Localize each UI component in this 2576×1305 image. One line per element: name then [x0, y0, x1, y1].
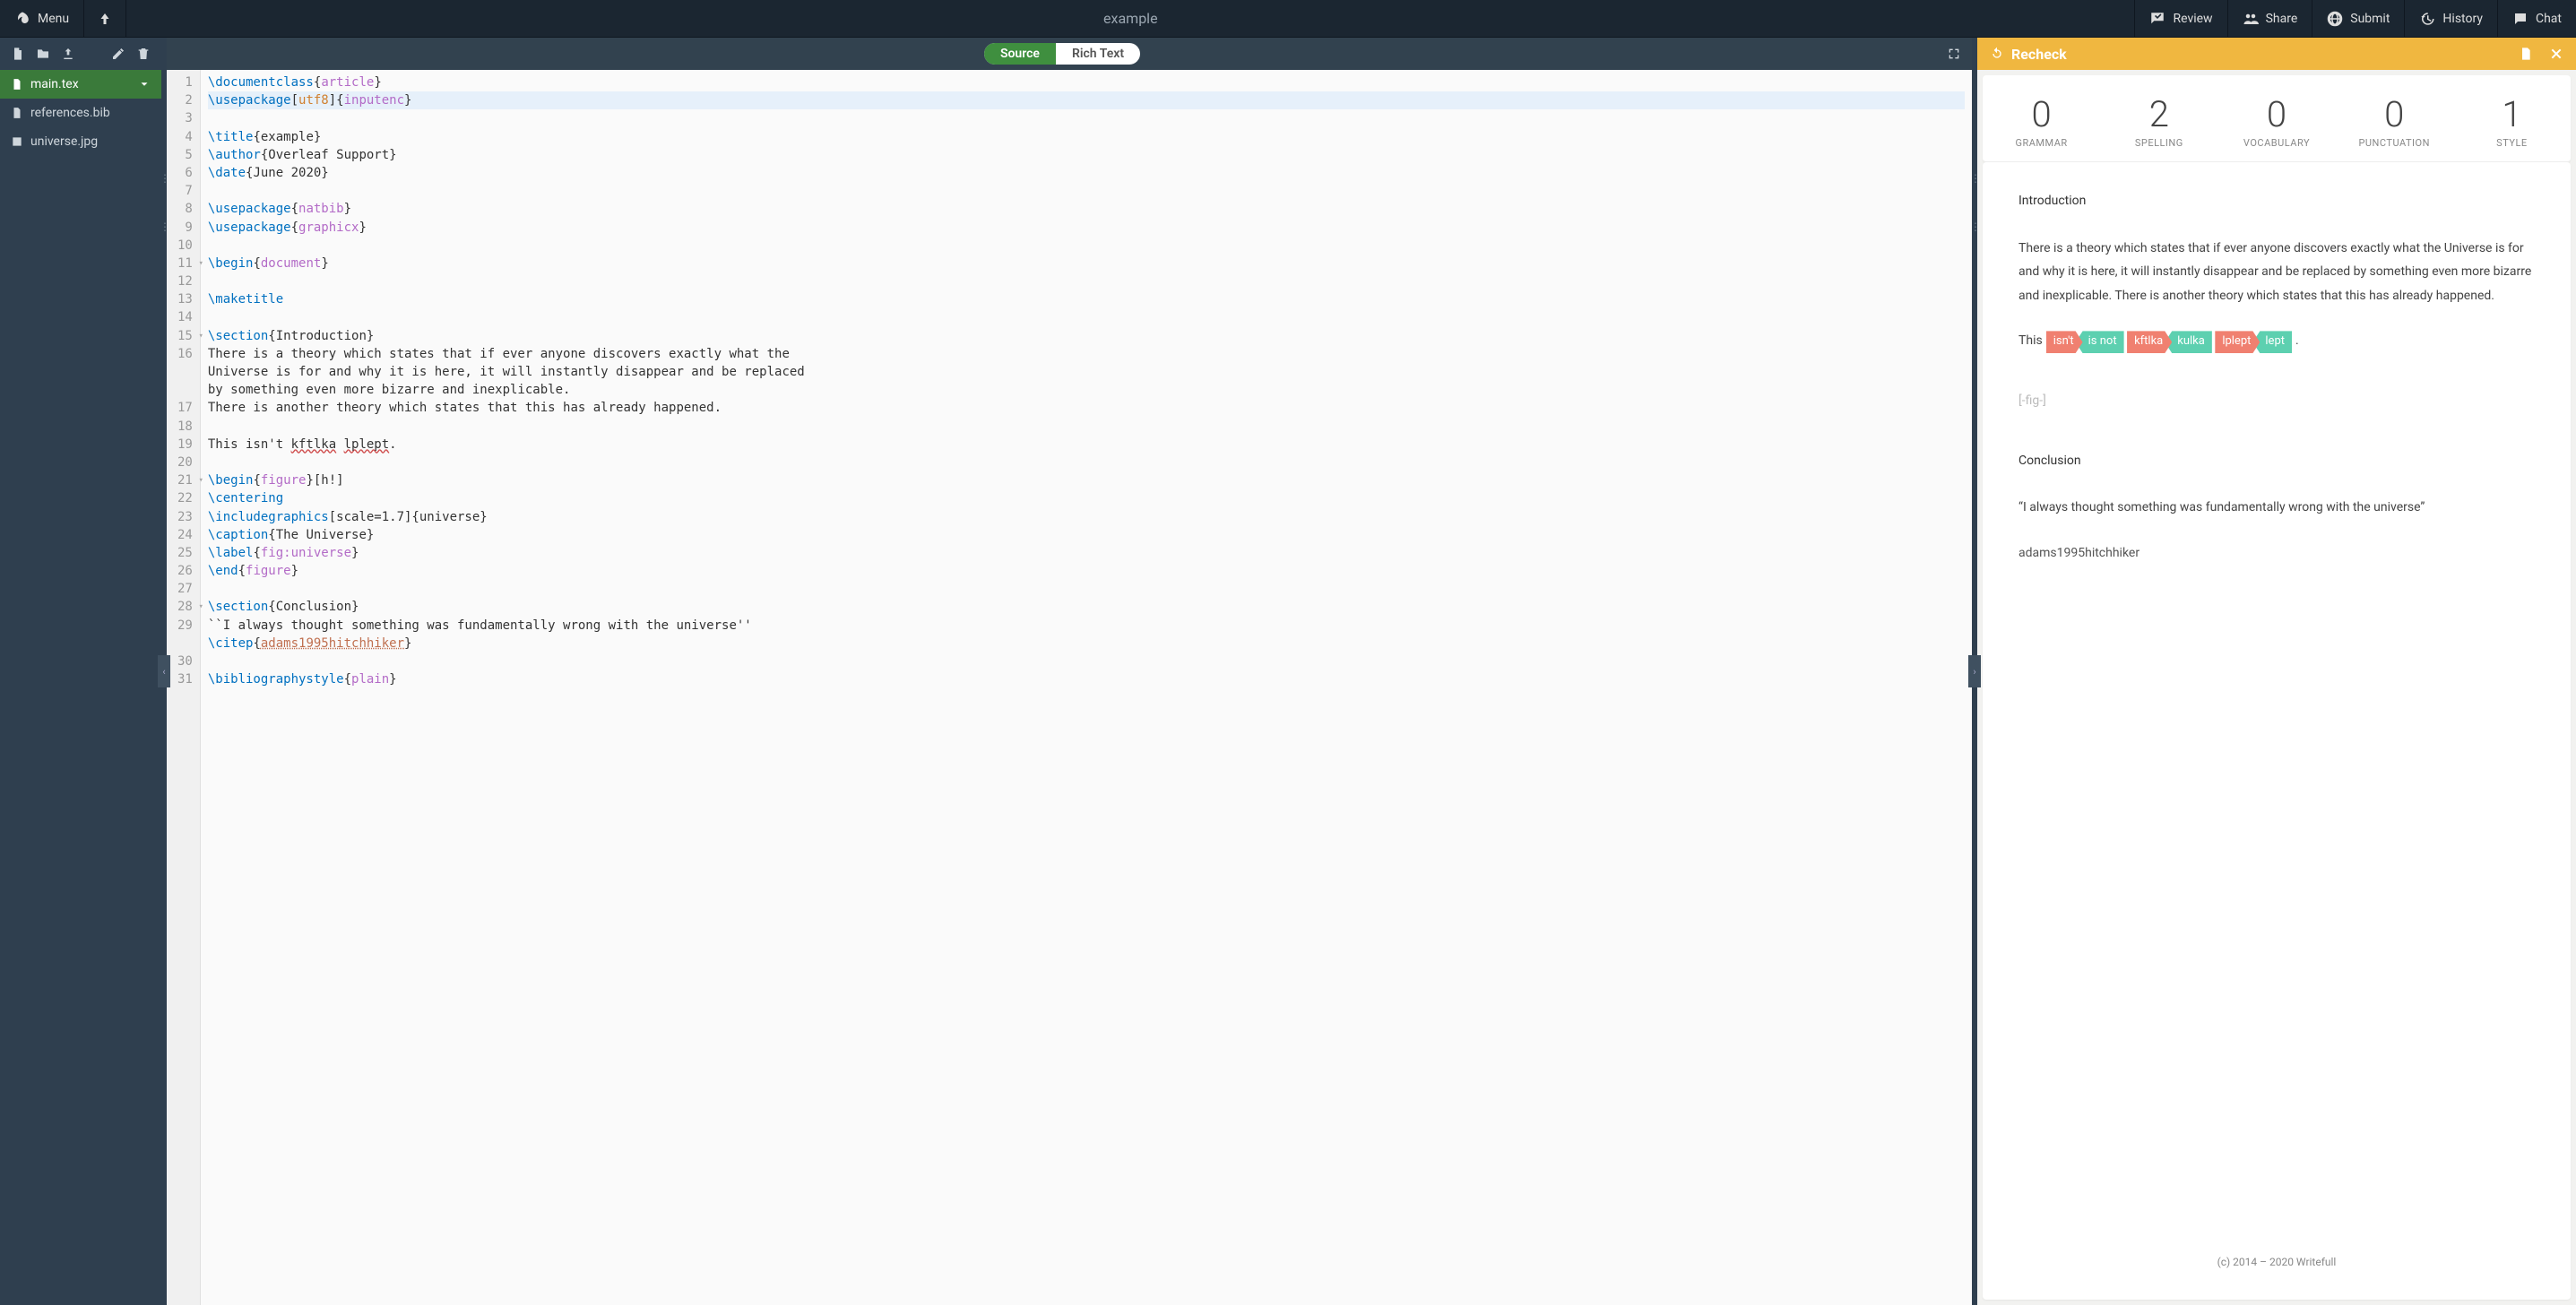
stat-item: 0 GRAMMAR [1983, 75, 2100, 161]
review-button[interactable]: Review [2134, 0, 2226, 38]
stat-number: 0 [1990, 93, 2093, 135]
chat-label: Chat [2536, 12, 2562, 26]
suggestion-suffix: . [2295, 329, 2299, 353]
menu-label: Menu [38, 12, 69, 26]
chevron-down-icon[interactable] [138, 78, 151, 91]
citation-text: adams1995hitchhiker [2018, 541, 2535, 566]
file-name: references.bib [30, 106, 151, 120]
share-icon [2243, 11, 2259, 27]
stat-label: PUNCTUATION [2343, 137, 2446, 149]
overleaf-logo-icon [14, 11, 30, 27]
file-icon [11, 107, 23, 119]
conclusion-heading: Conclusion [2018, 449, 2535, 473]
panel-footer: (c) 2014 – 2020 Writefull [2018, 1225, 2535, 1273]
suggestion-from: kftlka [2127, 331, 2172, 353]
delete-icon[interactable] [136, 47, 151, 61]
new-file-icon[interactable] [11, 47, 25, 61]
submit-label: Submit [2350, 12, 2390, 26]
project-title: example [126, 10, 2134, 27]
new-folder-icon[interactable] [36, 47, 50, 61]
suggestion-chip[interactable]: isn'tis not [2046, 329, 2124, 353]
history-label: History [2442, 12, 2483, 26]
suggestion-from: isn't [2046, 331, 2083, 353]
share-button[interactable]: Share [2227, 0, 2312, 38]
menu-button[interactable]: Menu [0, 0, 84, 38]
stat-number: 1 [2460, 93, 2563, 135]
intro-heading: Introduction [2018, 189, 2535, 213]
document-icon[interactable] [2519, 47, 2533, 61]
stat-label: STYLE [2460, 137, 2563, 149]
suggestion-chip[interactable]: kftlkakulka [2127, 329, 2212, 353]
sidebar-resize-handle[interactable]: ⋮⋮ ‹ [161, 38, 167, 1305]
chat-icon [2512, 11, 2528, 27]
editor-column: Source Rich Text 12345678910111213141516… [167, 38, 1972, 1305]
file-icon [11, 78, 23, 91]
writefull-panel: Recheck 0 GRAMMAR 2 SPELLING 0 VOCABULARY 0 PUN… [1977, 38, 2576, 1305]
stat-item: 0 PUNCTUATION [2336, 75, 2453, 161]
file-name: main.tex [30, 77, 131, 91]
stat-number: 2 [2107, 93, 2210, 135]
stat-label: VOCABULARY [2225, 137, 2328, 149]
file-sidebar: main.tex references.bib universe.jpg [0, 38, 161, 1305]
image-icon [11, 135, 23, 148]
stat-number: 0 [2343, 93, 2446, 135]
review-label: Review [2173, 12, 2212, 26]
review-icon [2149, 11, 2165, 27]
source-mode-button[interactable]: Source [984, 43, 1056, 65]
figure-placeholder: [-fig-] [2018, 389, 2535, 413]
paragraph-text: There is a theory which states that if e… [2018, 237, 2535, 308]
stat-label: GRAMMAR [1990, 137, 2093, 149]
topbar: Menu example Review Share Submit Histor [0, 0, 2576, 38]
suggestion-chip[interactable]: lpleptlept [2215, 329, 2292, 353]
file-name: universe.jpg [30, 134, 151, 149]
suggestion-prefix: This [2018, 329, 2043, 353]
file-item[interactable]: main.tex [0, 70, 161, 99]
chat-button[interactable]: Chat [2497, 0, 2576, 38]
recheck-label[interactable]: Recheck [2011, 46, 2067, 63]
submit-icon [2327, 11, 2343, 27]
suggestion-from: lplept [2215, 331, 2260, 353]
sidebar-toolbar [0, 38, 161, 70]
suggestions-body: Introduction There is a theory which sta… [1983, 162, 2571, 1300]
file-item[interactable]: universe.jpg [0, 127, 161, 156]
up-arrow-icon [97, 11, 113, 27]
file-item[interactable]: references.bib [0, 99, 161, 127]
up-button[interactable] [84, 0, 126, 38]
stat-item: 2 SPELLING [2100, 75, 2217, 161]
history-icon [2419, 11, 2435, 27]
refresh-icon[interactable] [1990, 47, 2004, 61]
quote-text: “I always thought something was fundamen… [2018, 496, 2535, 520]
suggestion-to: is not [2076, 331, 2124, 353]
fullscreen-icon[interactable] [1947, 47, 1961, 61]
editor-mode-toggle: Source Rich Text [984, 43, 1140, 65]
suggestion-row: This isn'tis not kftlkakulka lpleptlept … [2018, 329, 2535, 353]
richtext-mode-button[interactable]: Rich Text [1056, 43, 1140, 65]
submit-button[interactable]: Submit [2312, 0, 2404, 38]
stat-label: SPELLING [2107, 137, 2210, 149]
stat-number: 0 [2225, 93, 2328, 135]
stats-card: 0 GRAMMAR 2 SPELLING 0 VOCABULARY 0 PUNCTUATION… [1983, 75, 2571, 162]
history-button[interactable]: History [2404, 0, 2497, 38]
close-icon[interactable] [2549, 47, 2563, 61]
rename-icon[interactable] [111, 47, 125, 61]
code-editor[interactable]: 12345678910111213141516 1718192021222324… [167, 70, 1972, 1305]
upload-icon[interactable] [61, 47, 75, 61]
editor-toolbar: Source Rich Text [167, 38, 1972, 70]
recheck-bar: Recheck [1977, 38, 2576, 70]
editor-resize-handle[interactable]: ⋮⋮ › [1972, 38, 1977, 1305]
share-label: Share [2266, 12, 2298, 26]
stat-item: 1 STYLE [2453, 75, 2571, 161]
stat-item: 0 VOCABULARY [2217, 75, 2335, 161]
